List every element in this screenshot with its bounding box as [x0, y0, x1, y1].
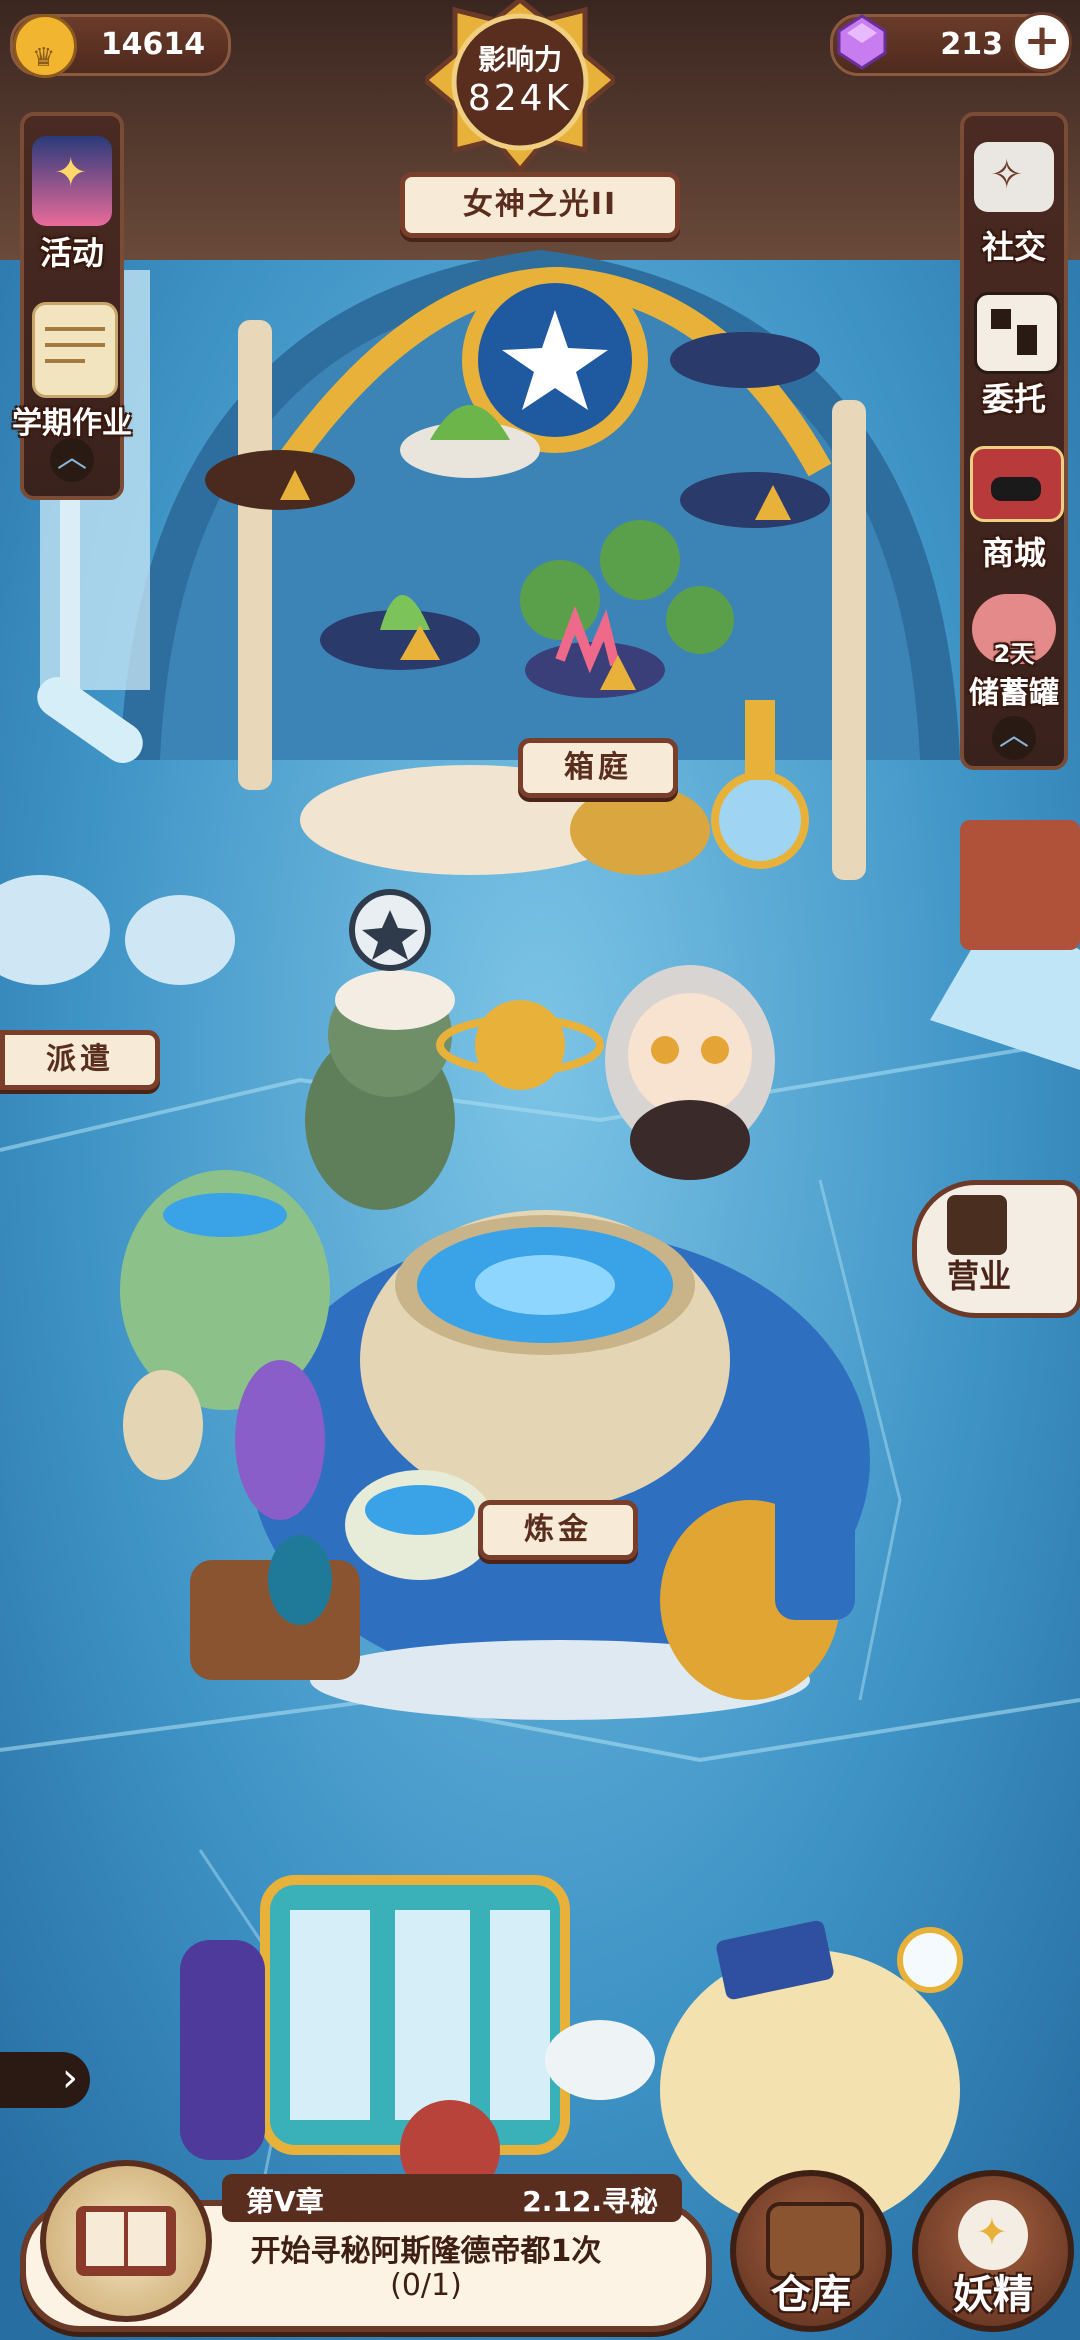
fairy-label: 妖精 — [953, 2272, 1033, 2318]
shop-icon — [970, 446, 1064, 522]
menu-activity-label: 活动 — [39, 234, 104, 272]
left-menu: ✦ 活动 学期作业 ︿ — [12, 112, 132, 500]
dispatch-label[interactable]: 派遣 — [0, 1030, 160, 1090]
quest-chapter: 第V章 — [246, 2185, 324, 2218]
quest-header: 第V章 2.12.寻秘 — [222, 2174, 682, 2222]
coin-icon: ♛ — [13, 14, 77, 78]
piggy-bank-badge: 2天 — [993, 640, 1035, 668]
right-menu: ✧ 社交 委托 商城 2天 储蓄罐 ︿ — [960, 112, 1068, 770]
menu-social[interactable]: ✧ 社交 — [964, 116, 1064, 276]
warehouse-label: 仓库 — [771, 2272, 851, 2318]
menu-piggy-bank[interactable]: 2天 储蓄罐 — [958, 586, 1070, 726]
menu-shop-label: 商城 — [981, 534, 1046, 572]
quest-book-icon[interactable] — [40, 2160, 212, 2322]
social-icon: ✧ — [974, 142, 1054, 212]
quest-description: 开始寻秘阿斯隆德帝都1次 — [250, 2234, 602, 2269]
influence-emblem[interactable]: 影响力 824K — [425, 0, 615, 180]
business-button[interactable]: 营业 — [912, 1180, 1080, 1318]
fireworks-icon: ✦ — [32, 136, 112, 226]
scroll-icon — [32, 302, 118, 398]
scroll-left-arrow[interactable]: › — [0, 2052, 90, 2108]
influence-label: 影响力 — [477, 43, 562, 76]
store-sign-icon — [947, 1195, 1007, 1255]
quest-id: 2.12.寻秘 — [522, 2185, 658, 2218]
influence-value: 824K — [467, 78, 573, 119]
menu-homework[interactable]: 学期作业 — [12, 288, 132, 458]
garden-label[interactable]: 箱庭 — [518, 738, 678, 798]
menu-activity[interactable]: ✦ 活动 — [24, 116, 120, 286]
coin-amount: 14614 — [100, 27, 206, 62]
coin-counter[interactable]: ♛ 14614 — [10, 14, 231, 78]
title-plaque[interactable]: 女神之光II — [400, 172, 680, 238]
warehouse-button[interactable]: 仓库 — [730, 2170, 892, 2332]
menu-commission[interactable]: 委托 — [964, 280, 1064, 430]
scene-background — [0, 0, 1080, 2340]
gem-amount: 213 — [940, 27, 1003, 62]
fairy-icon: ✦ — [958, 2200, 1028, 2270]
commission-icon — [974, 292, 1060, 374]
menu-piggy-bank-label: 储蓄罐 — [969, 676, 1059, 711]
menu-social-label: 社交 — [981, 228, 1046, 266]
menu-shop[interactable]: 商城 — [964, 434, 1064, 584]
gem-icon — [833, 13, 891, 71]
add-gems-button[interactable]: + — [1012, 12, 1072, 72]
menu-commission-label: 委托 — [981, 380, 1046, 418]
collapse-chevron-up-icon[interactable]: ︿ — [992, 716, 1036, 760]
alchemy-label[interactable]: 炼金 — [478, 1500, 638, 1560]
game-scene: ♛ 14614 213 + 影响力 824K 女神之光II ✦ 活动 学期作业 … — [0, 0, 1080, 2340]
fairy-button[interactable]: ✦ 妖精 — [912, 2170, 1074, 2332]
collapse-chevron-up-icon[interactable]: ︿ — [50, 438, 94, 482]
quest-progress: (0/1) — [390, 2268, 462, 2303]
menu-homework-label: 学期作业 — [12, 406, 132, 441]
business-label: 营业 — [947, 1257, 1012, 1295]
